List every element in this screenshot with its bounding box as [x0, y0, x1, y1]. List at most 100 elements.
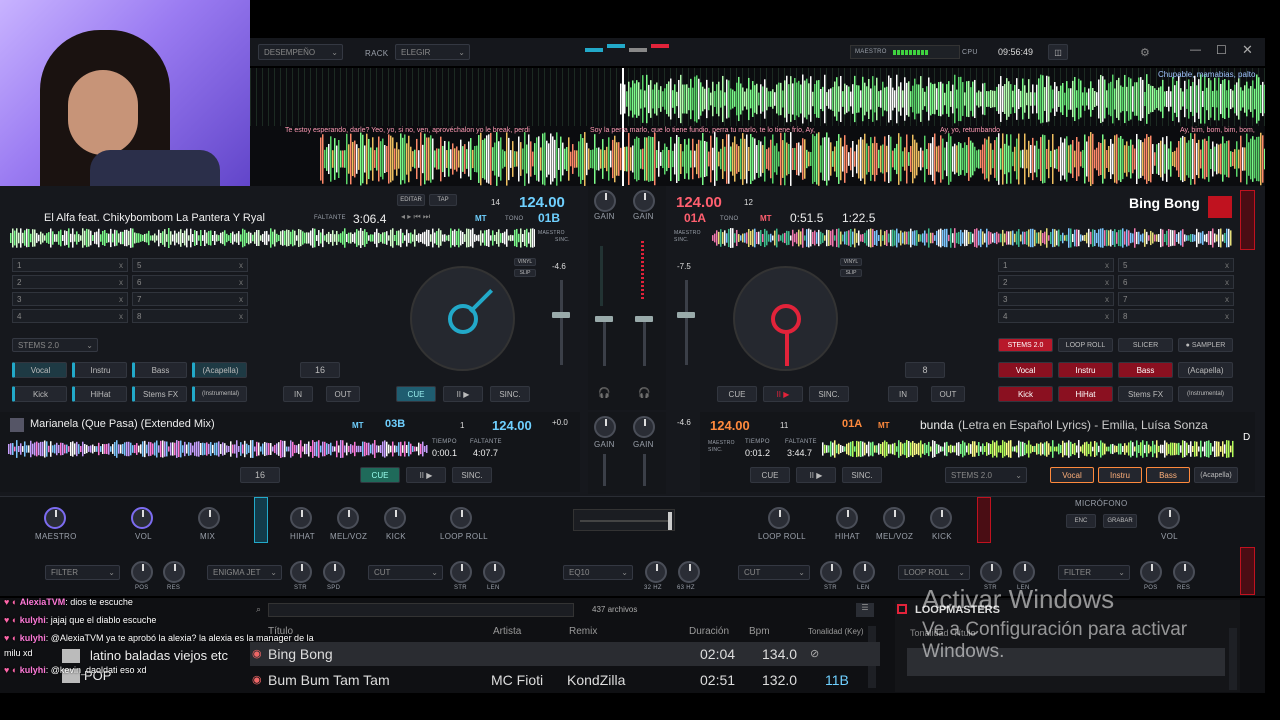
deck1-in-button[interactable]: IN: [283, 386, 313, 402]
deck4-play-button[interactable]: II ▶: [796, 467, 836, 483]
gain-knob-4[interactable]: [633, 416, 655, 438]
deck4-waveform[interactable]: [822, 440, 1234, 458]
fx4-str-knob[interactable]: [820, 561, 842, 583]
deck2-pad-vocal[interactable]: Vocal: [998, 362, 1053, 378]
deck1-edit-button[interactable]: EDITAR: [397, 194, 425, 206]
deck4-pad-bass[interactable]: Bass: [1146, 467, 1190, 483]
vol-knob-left[interactable]: [131, 507, 153, 529]
folder-item[interactable]: latino baladas viejos etc: [62, 648, 242, 666]
fx6-res-knob[interactable]: [1173, 561, 1195, 583]
fx1-filter-dropdown[interactable]: FILTER ⌄: [45, 565, 120, 580]
settings-icon[interactable]: ⚙: [1140, 46, 1150, 59]
deck2-pad-instru[interactable]: Instru: [1058, 362, 1113, 378]
fx3-str-knob[interactable]: [450, 561, 472, 583]
volume-fader-3[interactable]: [603, 454, 606, 486]
deck2-pad-instrumental[interactable]: (Instrumental): [1178, 386, 1233, 402]
deck2-cue-button[interactable]: CUE: [717, 386, 757, 402]
track-row[interactable]: ◉ Bing Bong 02:04 134.0 ⊘: [250, 642, 880, 666]
deck2-pad-kick[interactable]: Kick: [998, 386, 1053, 402]
maximize-icon[interactable]: ☐: [1216, 43, 1227, 57]
list-view-icon[interactable]: ☰: [856, 603, 874, 617]
melvoz-knob-left[interactable]: [337, 507, 359, 529]
deck2-tab-loop-roll[interactable]: LOOP ROLL: [1058, 338, 1113, 352]
loop-roll-knob-right[interactable]: [768, 507, 790, 529]
deck2-pitch-fader[interactable]: [685, 280, 688, 365]
deck1-vinyl[interactable]: VINYL: [514, 258, 536, 266]
volume-fader-left[interactable]: [603, 316, 606, 366]
deck1-pitch-fader[interactable]: [560, 280, 563, 365]
deck2-tab-slicer[interactable]: SLICER: [1118, 338, 1173, 352]
deck2-play-button[interactable]: II ▶: [763, 386, 803, 402]
close-icon[interactable]: ✕: [1242, 42, 1253, 58]
deck4-pad-vocal[interactable]: Vocal: [1050, 467, 1094, 483]
deck4-pad-instru[interactable]: Instru: [1098, 467, 1142, 483]
fx5-len-knob[interactable]: [1013, 561, 1035, 583]
mic-record-button[interactable]: GRABAR: [1103, 514, 1137, 528]
deck3-cue-button[interactable]: CUE: [360, 467, 400, 483]
fx2-dropdown[interactable]: ENIGMA JET ⌄: [207, 565, 282, 580]
deck1-cue-3[interactable]: 3x: [12, 292, 128, 306]
deck4-sync-button[interactable]: SINC.: [842, 467, 882, 483]
rack-dropdown[interactable]: ELEGIR ⌄: [395, 44, 470, 60]
hihat-knob-left[interactable]: [290, 507, 312, 529]
melvoz-knob-right[interactable]: [883, 507, 905, 529]
search-input[interactable]: [268, 603, 574, 617]
mix-knob[interactable]: [198, 507, 220, 529]
deck3-sync-button[interactable]: SINC.: [452, 467, 492, 483]
deck2-cue-4[interactable]: 4x: [998, 309, 1114, 323]
deck1-pad-instru[interactable]: Instru: [72, 362, 127, 378]
kick-knob-right[interactable]: [930, 507, 952, 529]
fx4-len-knob[interactable]: [853, 561, 875, 583]
deck2-tab-stems[interactable]: STEMS 2.0: [998, 338, 1053, 352]
col-bpm[interactable]: Bpm: [749, 626, 770, 637]
headphone-icon-left[interactable]: 🎧: [598, 388, 610, 399]
deck2-cue-2[interactable]: 2x: [998, 275, 1114, 289]
deck2-tab-sampler[interactable]: ● SAMPLER: [1178, 338, 1233, 352]
fx2-str-knob[interactable]: [290, 561, 312, 583]
eq-32hz-knob[interactable]: [645, 561, 667, 583]
sidebar-scrollbar[interactable]: [1229, 628, 1237, 690]
deck2-cue-8[interactable]: 8x: [1118, 309, 1234, 323]
deck2-pad-stemsfx[interactable]: Stems FX: [1118, 386, 1173, 402]
deck1-cue-8[interactable]: 8x: [132, 309, 248, 323]
fx2-spd-knob[interactable]: [323, 561, 345, 583]
deck1-cue-1[interactable]: 1x: [12, 258, 128, 272]
deck1-pad-bass[interactable]: Bass: [132, 362, 187, 378]
deck1-cue-button[interactable]: CUE: [396, 386, 436, 402]
deck1-cue-4[interactable]: 4x: [12, 309, 128, 323]
deck2-cue-7[interactable]: 7x: [1118, 292, 1234, 306]
deck2-loop-value[interactable]: 8: [905, 362, 945, 378]
layout-dropdown[interactable]: DESEMPEÑO ⌄: [258, 44, 343, 60]
fx3-cut-dropdown[interactable]: CUT ⌄: [368, 565, 443, 580]
deck3-waveform[interactable]: [8, 440, 428, 458]
deck2-sync-button[interactable]: SINC.: [809, 386, 849, 402]
deck1-out-button[interactable]: OUT: [326, 386, 360, 402]
deck2-cue-1[interactable]: 1x: [998, 258, 1114, 272]
eq-63hz-knob[interactable]: [678, 561, 700, 583]
deck1-slip[interactable]: SLIP: [514, 269, 536, 277]
deck1-pad-hihat[interactable]: HiHat: [72, 386, 127, 402]
deck1-pad-instrumental[interactable]: (Instrumental): [192, 386, 247, 402]
overview-waveforms[interactable]: Chupable, mamabias, palto Te estoy esper…: [250, 68, 1265, 186]
mic-enc-button[interactable]: ENC: [1066, 514, 1096, 528]
deck2-slip[interactable]: SLIP: [840, 269, 862, 277]
deck1-pad-vocal[interactable]: Vocal: [12, 362, 67, 378]
fx5-str-knob[interactable]: [980, 561, 1002, 583]
volume-fader-4[interactable]: [643, 454, 646, 486]
volume-fader-right[interactable]: [643, 316, 646, 366]
deck2-vinyl[interactable]: VINYL: [840, 258, 862, 266]
deck1-pad-stemsfx[interactable]: Stems FX: [132, 386, 187, 402]
deck2-pad-bass[interactable]: Bass: [1118, 362, 1173, 378]
minimize-icon[interactable]: —: [1190, 44, 1201, 56]
fx4-cut-dropdown[interactable]: CUT ⌄: [738, 565, 810, 580]
deck3-loop-value[interactable]: 16: [240, 467, 280, 483]
deck2-cue-5[interactable]: 5x: [1118, 258, 1234, 272]
deck2-out-button[interactable]: OUT: [931, 386, 965, 402]
deck1-tap-button[interactable]: TAP: [429, 194, 457, 206]
record-button[interactable]: ◫: [1048, 44, 1068, 60]
fx1-res-knob[interactable]: [163, 561, 185, 583]
kick-knob-left[interactable]: [384, 507, 406, 529]
fx1-pos-knob[interactable]: [131, 561, 153, 583]
deck1-sync-button[interactable]: SINC.: [490, 386, 530, 402]
deck1-loop-value[interactable]: 16: [300, 362, 340, 378]
